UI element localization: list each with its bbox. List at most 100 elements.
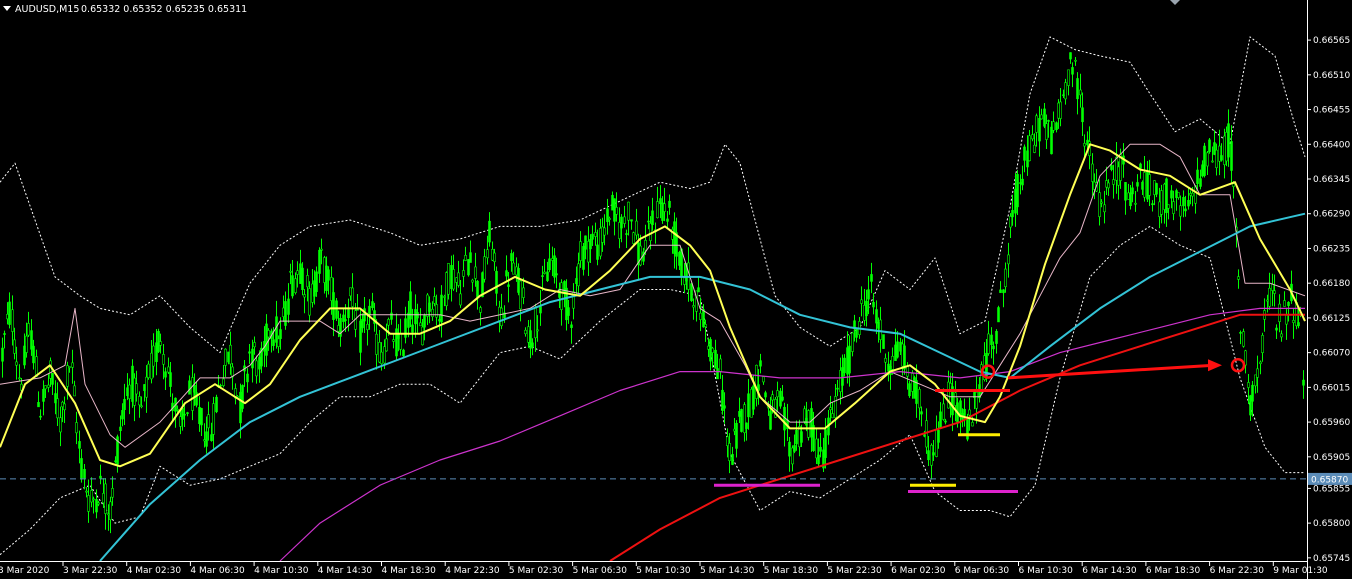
candle-body [829,407,832,411]
candle-body [1179,205,1182,217]
candle-body [114,460,117,463]
candle-body [176,409,179,411]
candle-body [85,490,88,493]
candle-body [1273,290,1276,294]
candle-body [1158,201,1161,217]
candle-body [469,252,472,263]
candle-body [1021,178,1024,186]
candle-body [157,331,160,352]
candle-body [104,483,107,514]
candle-body [584,235,587,250]
time-tick-label: 6 Mar 18:30 [1146,566,1201,576]
candle-body [479,307,482,313]
price-tick-label: 0.66015 [1313,383,1350,393]
candle-body [1187,199,1190,207]
time-tick-label: 5 Mar 14:30 [700,566,755,576]
candle-body [1208,139,1211,153]
candle-body [608,218,611,220]
candle-body [1047,120,1050,122]
candle-body [1112,179,1115,185]
candle-body [387,319,390,326]
candle-body [207,414,210,429]
candle-body [1182,197,1185,207]
candle-body [1165,178,1168,213]
candle-body [594,232,597,237]
candle-body [1177,192,1180,198]
candle-body [623,216,626,224]
candle-body [1076,78,1079,100]
time-tick-label: 6 Mar 02:30 [891,566,946,576]
candle-body [11,309,14,332]
candle-body [193,384,196,393]
candle-body [884,357,887,363]
candle-body [1016,174,1019,208]
candle-body [279,329,282,339]
candle-body [83,468,86,479]
candle-body [145,376,148,398]
candle-body [755,364,758,399]
candle-body [968,409,971,416]
candle-body [615,207,618,215]
price-tick-label: 0.66070 [1313,349,1350,359]
candle-body [248,351,251,354]
candle-body [272,339,275,346]
candle-body [452,269,455,290]
candle-body [203,439,206,442]
candle-body [635,220,638,236]
price-tick-label: 0.65905 [1313,453,1350,463]
price-tick-label: 0.65800 [1313,519,1350,529]
candle-body [764,392,767,398]
candle-body [1302,379,1305,386]
candle-body [1213,142,1216,155]
candle-body [1064,82,1067,100]
candle-body [1115,156,1118,181]
price-chart[interactable]: 0.66565 0.66510 0.66455 0.66400 0.66345 0.662… [0,0,1352,579]
annotation-arrow-shaft [1007,363,1215,380]
candle-body [75,422,78,434]
chevron-down-icon [1170,0,1180,5]
candle-body [656,201,659,219]
candle-body [399,333,402,350]
candle-body [560,282,563,310]
candle-body [541,275,544,277]
candle-body [1278,303,1281,322]
candle-body [402,349,405,357]
candle-body [198,406,201,425]
candle-body [459,293,462,306]
candle-body [380,351,383,364]
ma-fast-line [0,143,1306,468]
candle-body [447,263,450,295]
candle-body [800,431,803,443]
candle-body [147,363,150,378]
candle-body [167,366,170,373]
candle-body [486,249,489,259]
candle-body [433,296,436,304]
candle-body [1091,163,1094,182]
candle-body [265,323,268,356]
candle-body [1139,163,1142,169]
candle-body [644,240,647,251]
candle-body [1247,382,1250,388]
candle-body [817,454,820,465]
candle-body [1259,361,1262,364]
candle-body [1254,374,1257,387]
candle-body [649,223,652,241]
candle-body [51,372,54,385]
candle-body [476,280,479,298]
candle-body [522,287,525,298]
candle-body [997,307,1000,323]
candle-body [1026,150,1029,168]
candle-body [937,430,940,443]
chart-window[interactable]: 0.66565 0.66510 0.66455 0.66400 0.66345 0.662… [0,0,1352,579]
candle-body [690,283,693,302]
candle-body [1223,135,1226,165]
candle-body [440,294,443,323]
time-tick-label: 4 Mar 10:30 [254,566,309,576]
candle-body [102,493,105,504]
price-tick-label: 0.66400 [1313,140,1350,150]
candle-body [716,368,719,380]
candle-body [992,345,995,350]
candle-body [1103,204,1106,213]
candle-body [1271,283,1274,291]
candle-body [1033,144,1036,153]
